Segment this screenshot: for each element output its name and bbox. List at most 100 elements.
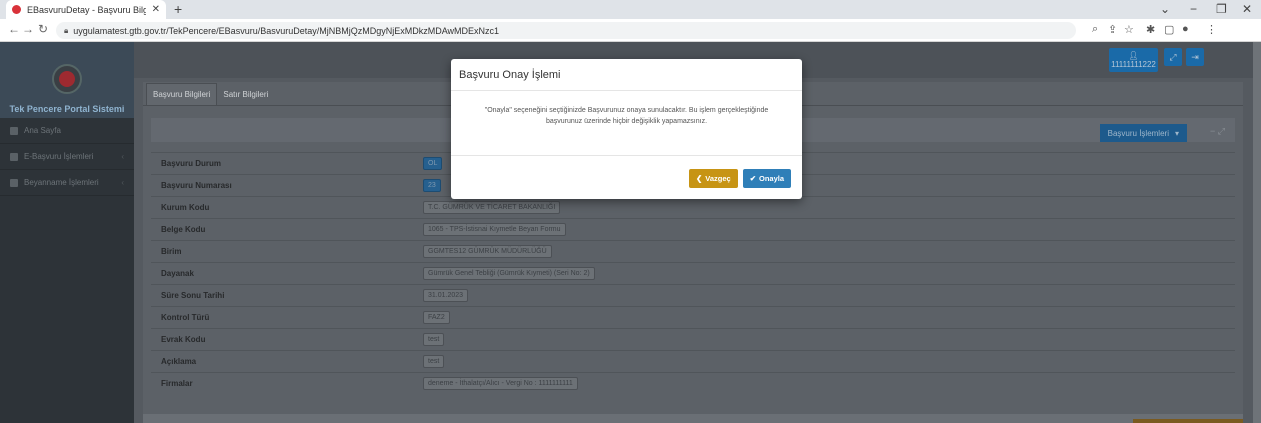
cancel-button[interactable]: ❮ Vazgeç bbox=[688, 169, 738, 188]
value-label: GGMTES12 GÜMRÜK MÜDÜRLÜĞÜ bbox=[423, 245, 552, 258]
value-label: OL bbox=[423, 157, 443, 170]
row-key: Kontrol Türü bbox=[151, 306, 417, 329]
document-icon bbox=[10, 178, 18, 187]
row-value-cell: FAZ2 bbox=[417, 306, 1235, 329]
row-value-cell: Gümrük Genel Tebliği (Gümrük Kıymeti) (S… bbox=[417, 262, 1235, 285]
sidebar-item-label: Beyanname İşlemleri bbox=[24, 178, 99, 187]
sidebar: Tek Pencere Portal Sistemi Ana Sayfa E-B… bbox=[0, 42, 134, 423]
table-row: Birim GGMTES12 GÜMRÜK MÜDÜRLÜĞÜ bbox=[151, 240, 1235, 263]
value-label: deneme - İthalatçı/Alıcı - Vergi No : 11… bbox=[423, 377, 578, 391]
row-key: Evrak Kodu bbox=[151, 328, 417, 351]
row-value-cell: test bbox=[417, 350, 1235, 373]
row-value-cell: 31.01.2023 bbox=[417, 284, 1235, 307]
sidebar-item-label: Ana Sayfa bbox=[24, 126, 61, 135]
row-key: Belge Kodu bbox=[151, 218, 417, 241]
table-row: Evrak Kodu test bbox=[151, 328, 1235, 351]
zoom-icon[interactable]: ⌕ bbox=[1092, 23, 1098, 36]
portal-name: Tek Pencere Portal Sistemi bbox=[9, 104, 125, 114]
sidebar-item-ebasvuru[interactable]: E-Başvuru İşlemleri ‹ bbox=[0, 144, 134, 170]
cancel-label: Vazgeç bbox=[705, 174, 731, 183]
new-tab-button[interactable]: + bbox=[174, 1, 182, 17]
logout-icon: ⇥ bbox=[1191, 51, 1199, 62]
row-key: Dayanak bbox=[151, 262, 417, 285]
modal-message: "Onayla" seçeneğini seçtiğinizde Başvuru… bbox=[451, 91, 802, 156]
row-value-cell: deneme - İthalatçı/Alıcı - Vergi No : 11… bbox=[417, 372, 1235, 395]
table-row: Firmalar deneme - İthalatçı/Alıcı - Vergi… bbox=[151, 372, 1235, 395]
button-label: Başvuru İşlemleri bbox=[1107, 128, 1169, 138]
user-icon: 👤︎ bbox=[1128, 51, 1139, 60]
row-value-cell: 1065 - TPS-İstisnai Kıymetle Beyan Formu bbox=[417, 218, 1235, 241]
tab-title: EBasvuruDetay - Başvuru Bilgi Sü bbox=[27, 4, 146, 15]
sidebar-item-beyanname[interactable]: Beyanname İşlemleri ‹ bbox=[0, 170, 134, 196]
sidebar-item-label: E-Başvuru İşlemleri bbox=[24, 152, 94, 161]
fullscreen-icon: ⤢ bbox=[1169, 51, 1177, 62]
table-row: Kontrol Türü FAZ2 bbox=[151, 306, 1235, 329]
row-key: Süre Sonu Tarihi bbox=[151, 284, 417, 307]
logout-button[interactable]: ⇥ bbox=[1186, 48, 1204, 66]
row-key: Başvuru Numarası bbox=[151, 174, 417, 197]
fullscreen-button[interactable]: ⤢ bbox=[1164, 48, 1182, 66]
bookmark-star-icon[interactable]: ☆ bbox=[1124, 23, 1134, 36]
check-icon: ✔ bbox=[749, 174, 756, 183]
value-label: test bbox=[423, 355, 445, 368]
basvuru-islemleri-button[interactable]: Başvuru İşlemleri ▾ bbox=[1099, 124, 1187, 142]
profile-icon[interactable]: ● bbox=[1182, 23, 1189, 35]
browser-tab[interactable]: EBasvuruDetay - Başvuru Bilgi Sü ✕ bbox=[6, 0, 166, 19]
value-label: Gümrük Genel Tebliği (Gümrük Kıymeti) (S… bbox=[423, 267, 595, 280]
share-icon[interactable]: ⇪ bbox=[1108, 23, 1117, 36]
row-value-cell: T.C. GÜMRÜK VE TİCARET BAKANLIĞI bbox=[417, 196, 1235, 219]
url-field[interactable]: 🔒︎ uygulamatest.gtb.gov.tr/TekPencere/EB… bbox=[56, 22, 1076, 39]
menu-dots-icon[interactable]: ⋮ bbox=[1206, 23, 1217, 36]
row-value-cell: GGMTES12 GÜMRÜK MÜDÜRLÜĞÜ bbox=[417, 240, 1235, 263]
modal-footer: ❮ Vazgeç ✔ Onayla bbox=[688, 169, 791, 188]
table-row: Belge Kodu 1065 - TPS-İstisnai Kıymetle B… bbox=[151, 218, 1235, 241]
row-value-cell: test bbox=[417, 328, 1235, 351]
tab-satir-bilgileri[interactable]: Satır Bilgileri bbox=[217, 83, 274, 105]
chevron-left-icon: ❮ bbox=[695, 174, 703, 183]
user-button[interactable]: 👤︎ 11111111222 bbox=[1109, 48, 1158, 72]
value-label: 31.01.2023 bbox=[423, 289, 469, 302]
chevron-icon: ‹ bbox=[121, 152, 124, 161]
row-key: Kurum Kodu bbox=[151, 196, 417, 219]
table-row: Dayanak Gümrük Genel Tebliği (Gümrük Kıym… bbox=[151, 262, 1235, 285]
url-text: uygulamatest.gtb.gov.tr/TekPencere/EBasv… bbox=[73, 25, 500, 36]
confirm-button[interactable]: ✔ Onayla bbox=[742, 169, 791, 188]
user-id: 11111111222 bbox=[1111, 60, 1156, 69]
reload-icon[interactable]: ↻ bbox=[38, 22, 48, 36]
extensions-icon[interactable]: ✱ bbox=[1146, 23, 1155, 36]
value-label: FAZ2 bbox=[423, 311, 450, 324]
close-tab-icon[interactable]: ✕ bbox=[152, 4, 166, 15]
collapse-expand-icon[interactable]: − ⤢ bbox=[1210, 126, 1225, 137]
value-label: 1065 - TPS-İstisnai Kıymetle Beyan Formu bbox=[423, 223, 566, 236]
value-label: 23 bbox=[423, 179, 441, 192]
maximize-icon[interactable]: ❐ bbox=[1216, 2, 1227, 16]
table-row: Açıklama test bbox=[151, 350, 1235, 373]
minimize-icon[interactable]: − bbox=[1190, 2, 1197, 16]
ministry-logo bbox=[52, 64, 82, 94]
favicon-icon bbox=[12, 5, 21, 14]
tab-search-icon[interactable]: ⌄ bbox=[1160, 2, 1170, 16]
table-row: Süre Sonu Tarihi 31.01.2023 bbox=[151, 284, 1235, 307]
row-key: Başvuru Durum bbox=[151, 152, 417, 175]
logo-area: Tek Pencere Portal Sistemi bbox=[0, 42, 134, 118]
address-bar: ← → ↻ 🔒︎ uygulamatest.gtb.gov.tr/TekPenc… bbox=[0, 19, 1261, 42]
sidepanel-icon[interactable]: ▢ bbox=[1164, 23, 1174, 36]
sidebar-item-home[interactable]: Ana Sayfa bbox=[0, 118, 134, 144]
tab-basvuru-bilgileri[interactable]: Başvuru Bilgileri bbox=[146, 83, 218, 105]
page-scrollbar[interactable] bbox=[1253, 42, 1261, 423]
chevron-icon: ‹ bbox=[121, 178, 124, 187]
modal-title: Başvuru Onay İşlemi bbox=[451, 59, 802, 91]
forward-icon[interactable]: → bbox=[22, 22, 34, 36]
lock-icon: 🔒︎ bbox=[64, 25, 69, 35]
close-window-icon[interactable]: ✕ bbox=[1242, 2, 1252, 16]
back-icon[interactable]: ← bbox=[8, 22, 20, 36]
browser-tab-bar: EBasvuruDetay - Başvuru Bilgi Sü ✕ + ⌄ −… bbox=[0, 0, 1261, 19]
confirm-modal: Başvuru Onay İşlemi "Onayla" seçeneğini … bbox=[451, 59, 802, 199]
value-label: T.C. GÜMRÜK VE TİCARET BAKANLIĞI bbox=[423, 201, 561, 214]
row-key: Firmalar bbox=[151, 372, 417, 395]
footer-accent bbox=[1133, 419, 1243, 423]
row-key: Açıklama bbox=[151, 350, 417, 373]
bottom-strip bbox=[143, 414, 1243, 423]
home-icon bbox=[10, 126, 18, 135]
row-key: Birim bbox=[151, 240, 417, 263]
